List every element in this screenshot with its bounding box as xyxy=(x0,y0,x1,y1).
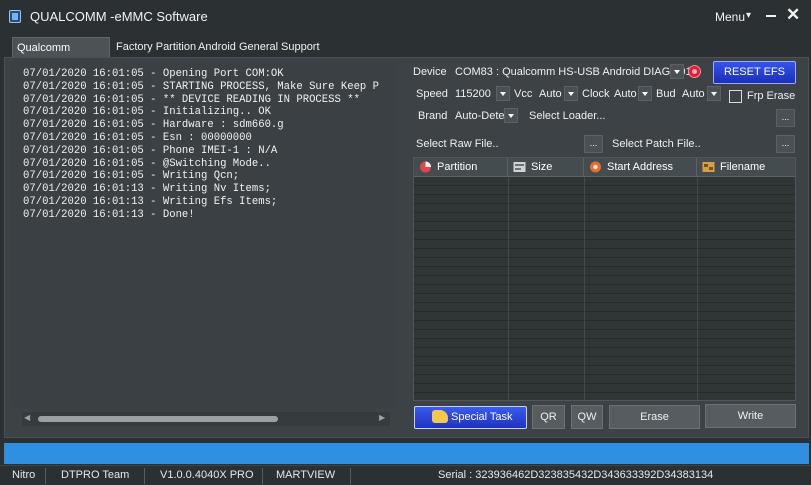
close-button[interactable]: ✕ xyxy=(786,5,800,25)
select-raw-file-field[interactable]: Select Raw File.. xyxy=(416,138,499,150)
frp-erase-checkbox[interactable] xyxy=(729,90,742,103)
vcc-select[interactable]: Auto xyxy=(539,88,562,100)
status-divider xyxy=(350,468,351,484)
tab-android-general[interactable]: Android General xyxy=(194,37,282,57)
vcc-label: Vcc xyxy=(514,88,533,100)
log-line: 07/01/2020 16:01:05 - STARTING PROCESS, … xyxy=(23,80,380,93)
clock-label: Clock xyxy=(582,88,610,100)
log-line: 07/01/2020 16:01:05 - Hardware : sdm660.… xyxy=(23,119,284,132)
partition-table[interactable]: Partition Size Start Address Filename xyxy=(413,157,796,401)
bud-select[interactable]: Auto xyxy=(682,88,705,100)
column-partition[interactable]: Partition xyxy=(414,158,508,177)
special-task-button[interactable]: Special Task xyxy=(414,406,527,429)
log-lines: 07/01/2020 16:01:05 - Opening Port COM:O… xyxy=(11,68,379,222)
tab-support[interactable]: Support xyxy=(277,37,324,57)
menu-button[interactable]: Menu xyxy=(715,10,745,24)
device-dropdown-button[interactable] xyxy=(670,64,684,79)
status-nitro: Nitro xyxy=(12,469,36,481)
reset-efs-button[interactable]: RESET EFS xyxy=(713,61,796,84)
status-serial: Serial : 323936462D323835432D343633392D3… xyxy=(438,469,714,481)
speed-label: Speed xyxy=(416,88,448,100)
column-size[interactable]: Size xyxy=(508,158,584,177)
brand-select[interactable]: Auto-Dete xyxy=(455,110,505,122)
table-header: Partition Size Start Address Filename xyxy=(414,158,795,177)
file-icon xyxy=(702,162,715,172)
scroll-right-icon[interactable]: ▶ xyxy=(379,413,385,422)
erase-button[interactable]: Erase xyxy=(609,405,700,429)
size-icon xyxy=(513,162,526,172)
vcc-dropdown-button[interactable] xyxy=(564,86,578,101)
column-filename-label: Filename xyxy=(720,161,766,173)
progress-bar xyxy=(4,443,809,464)
scroll-left-icon[interactable]: ◀ xyxy=(24,413,30,422)
brand-dropdown-button[interactable] xyxy=(504,108,518,123)
chevron-down-icon[interactable]: ▾ xyxy=(746,10,751,21)
tab-factory-partition[interactable]: Factory Partition xyxy=(112,37,200,57)
speed-dropdown-button[interactable] xyxy=(496,86,510,101)
browse-patch-button[interactable]: ... xyxy=(776,135,795,153)
select-loader-field[interactable]: Select Loader... xyxy=(529,110,605,122)
qw-button[interactable]: QW xyxy=(571,405,603,429)
status-bar: Nitro DTPRO Team V1.0.0.4040X PRO MARTVI… xyxy=(0,465,811,485)
hand-icon xyxy=(432,410,448,423)
log-line: 07/01/2020 16:01:05 - Phone IMEI-1 : N/A xyxy=(23,144,278,157)
status-divider xyxy=(262,468,263,484)
log-line: 07/01/2020 16:01:05 - @Switching Mode.. xyxy=(23,157,271,170)
window-title: QUALCOMM -eMMC Software xyxy=(30,9,208,24)
bud-dropdown-button[interactable] xyxy=(707,86,721,101)
bud-label: Bud xyxy=(656,88,676,100)
select-patch-file-field[interactable]: Select Patch File.. xyxy=(612,138,701,150)
log-line: 07/01/2020 16:01:05 - ** DEVICE READING … xyxy=(23,93,360,106)
speed-select[interactable]: 115200 xyxy=(455,88,491,100)
column-start-address[interactable]: Start Address xyxy=(584,158,697,177)
log-line: 07/01/2020 16:01:05 - Opening Port COM:O… xyxy=(23,68,284,80)
column-divider xyxy=(508,177,509,400)
log-line: 07/01/2020 16:01:05 - Writing Qcn; xyxy=(23,170,240,183)
browse-raw-button[interactable]: ... xyxy=(584,135,603,153)
column-size-label: Size xyxy=(531,161,553,173)
location-icon xyxy=(590,161,601,173)
minimize-button[interactable] xyxy=(766,15,776,17)
log-line: 07/01/2020 16:01:13 - Done! xyxy=(23,208,195,221)
column-partition-label: Partition xyxy=(437,161,478,173)
device-label: Device xyxy=(413,66,447,78)
column-filename[interactable]: Filename xyxy=(697,158,795,177)
log-line: 07/01/2020 16:01:05 - Esn : 00000000 xyxy=(23,131,252,144)
column-divider xyxy=(697,177,698,400)
status-team: DTPRO Team xyxy=(61,469,130,481)
refresh-port-icon[interactable] xyxy=(688,65,701,78)
status-martview: MARTVIEW xyxy=(276,469,336,481)
scrollbar-thumb[interactable] xyxy=(38,416,278,422)
status-divider xyxy=(144,468,145,484)
column-divider xyxy=(584,177,585,400)
write-button[interactable]: Write xyxy=(705,404,796,428)
tab-qualcomm-partition[interactable]: Qualcomm Partition xyxy=(12,37,110,74)
log-line: 07/01/2020 16:01:13 - Writing Nv Items; xyxy=(23,183,271,196)
browse-loader-button[interactable]: ... xyxy=(776,109,795,127)
partition-icon xyxy=(420,161,431,173)
log-line: 07/01/2020 16:01:13 - Writing Efs Items; xyxy=(23,195,278,208)
status-divider xyxy=(45,468,46,484)
frp-erase-label: Frp Erase xyxy=(747,90,796,102)
brand-label: Brand xyxy=(418,110,448,122)
status-version: V1.0.0.4040X PRO xyxy=(160,469,254,481)
log-line: 07/01/2020 16:01:05 - Initializing.. OK xyxy=(23,106,271,119)
clock-dropdown-button[interactable] xyxy=(638,86,652,101)
device-select[interactable]: COM83 : Qualcomm HS-USB Android DIAG 901 xyxy=(455,66,692,78)
table-rows xyxy=(414,177,795,400)
clock-select[interactable]: Auto xyxy=(614,88,637,100)
title-bar: QUALCOMM -eMMC Software Menu ▾ ✕ xyxy=(0,0,811,34)
log-horizontal-scrollbar[interactable] xyxy=(22,412,390,426)
log-output[interactable]: 07/01/2020 16:01:05 - Opening Port COM:O… xyxy=(11,62,396,407)
qr-button[interactable]: QR xyxy=(532,405,565,429)
app-icon xyxy=(9,10,21,23)
column-start-address-label: Start Address xyxy=(607,161,674,173)
